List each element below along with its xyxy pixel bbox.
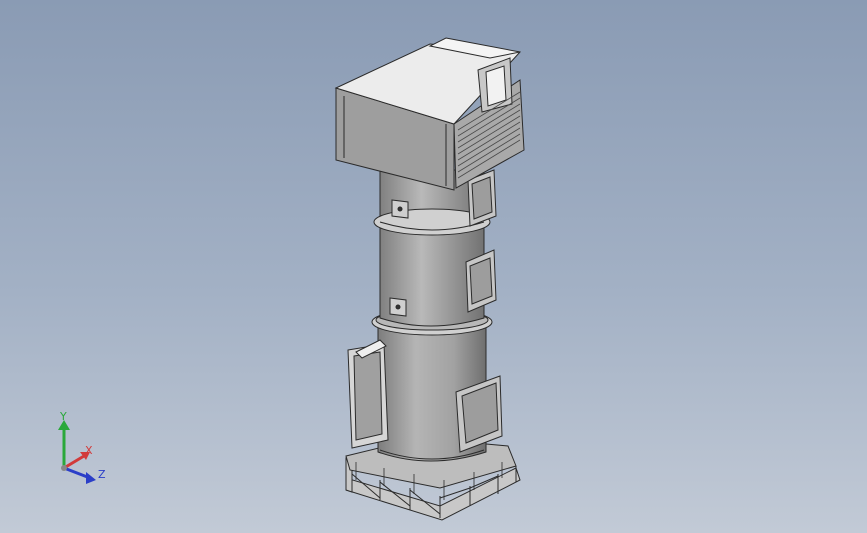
tower-3d-model[interactable] [0,0,867,533]
x-axis-line [63,454,85,470]
z-axis-label: Z [98,468,106,481]
inspection-port-lower [389,297,407,317]
cad-viewport[interactable]: Y X Z [0,0,867,533]
side-door-lower-left [347,339,389,449]
y-axis-label: Y [59,412,67,423]
top-hood [334,37,525,191]
z-axis-arrow [86,472,96,484]
axis-triad: Y X Z [58,412,106,484]
x-axis-label: X [85,444,93,457]
triad-origin [61,465,67,471]
inspection-port-upper [391,199,409,219]
